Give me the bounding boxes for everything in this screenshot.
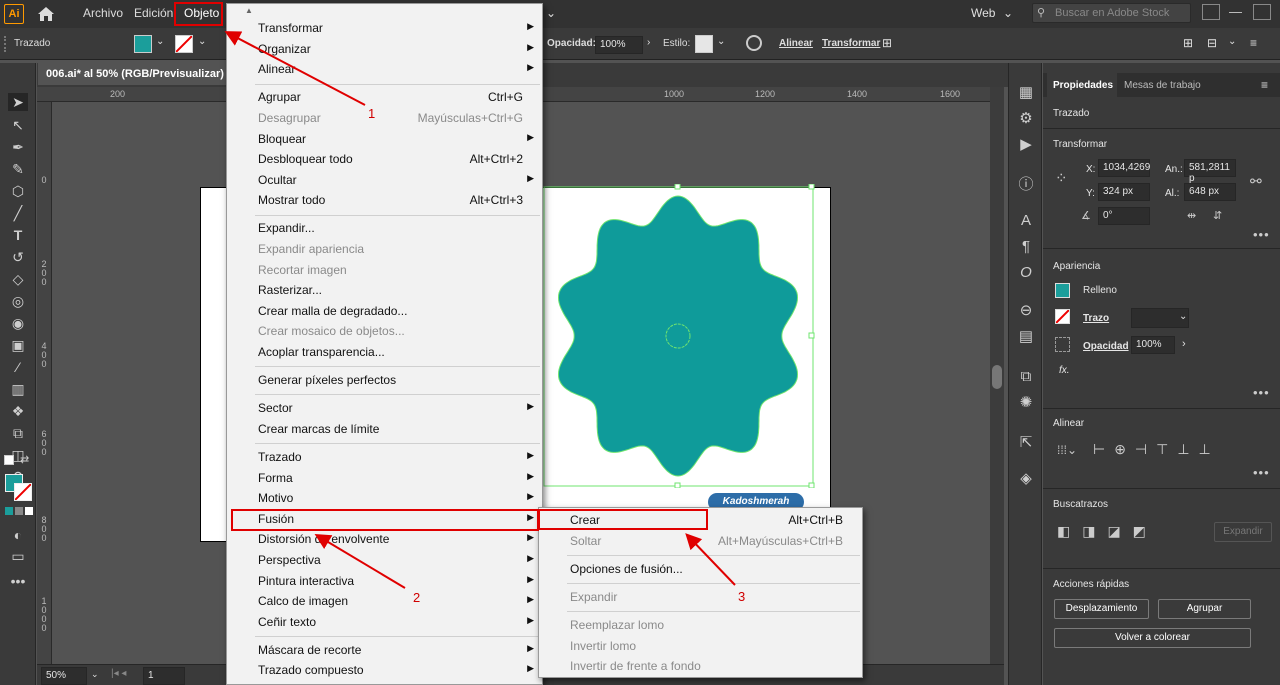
callout-2: 2 — [413, 590, 421, 605]
annotation-arrows — [224, 31, 736, 589]
callout-1: 1 — [368, 106, 376, 121]
callout-3: 3 — [738, 589, 746, 604]
